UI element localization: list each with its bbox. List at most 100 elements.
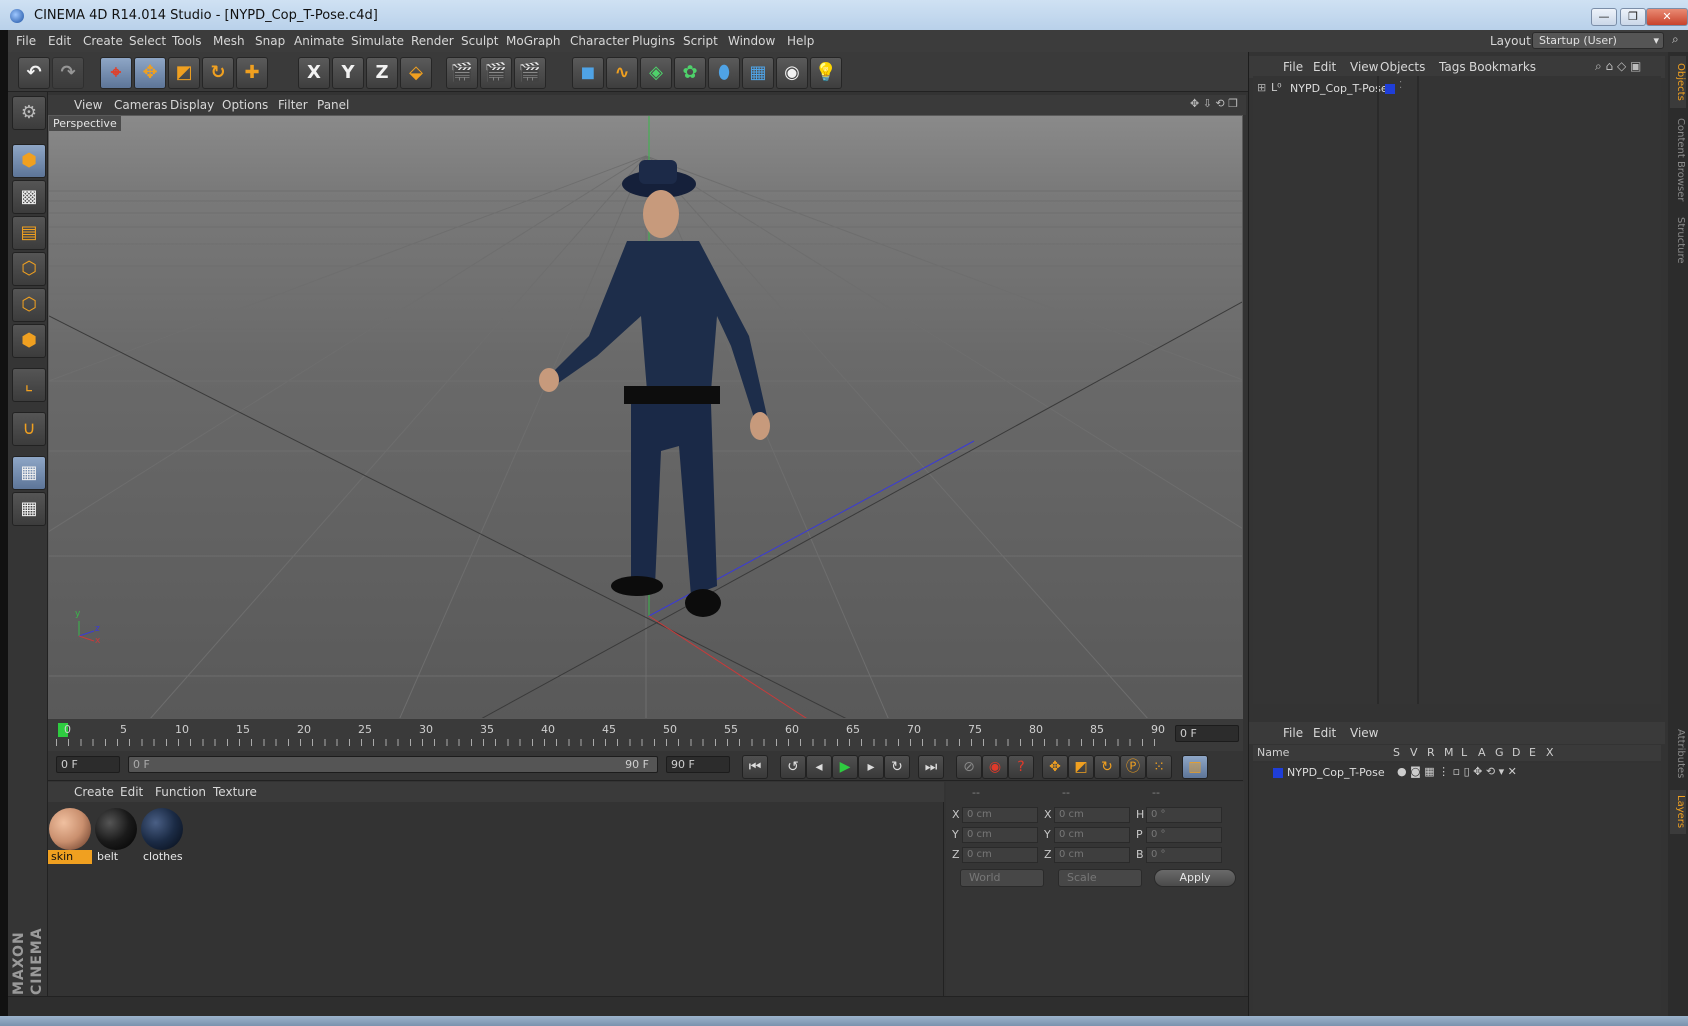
maximize-button[interactable]: ❐ bbox=[1620, 8, 1646, 26]
render-settings-icon[interactable]: 🎬 bbox=[514, 57, 546, 89]
menu-mesh[interactable]: Mesh bbox=[213, 34, 245, 48]
layer-name[interactable]: NYPD_Cop_T-Pose bbox=[1287, 766, 1385, 779]
menu-character[interactable]: Character bbox=[570, 34, 629, 48]
redo-icon[interactable]: ↷ bbox=[52, 57, 84, 89]
material-menu-function[interactable]: Function bbox=[155, 785, 206, 799]
locked-workplane-icon[interactable]: ▦ bbox=[12, 456, 46, 490]
objects-menu-bookmarks[interactable]: Bookmarks bbox=[1469, 60, 1536, 74]
rotation-h-field[interactable]: 0 ° bbox=[1146, 807, 1222, 823]
axis-x-lock-button[interactable]: X bbox=[298, 57, 330, 89]
minimize-button[interactable]: — bbox=[1591, 8, 1617, 26]
world-select[interactable]: World bbox=[960, 869, 1044, 887]
go-to-end-icon[interactable]: ⏭ bbox=[918, 755, 944, 779]
make-editable-icon[interactable]: ⚙ bbox=[12, 96, 46, 130]
rotate-tool-icon[interactable]: ↻ bbox=[202, 57, 234, 89]
move-tool-icon[interactable]: ✥ bbox=[134, 57, 166, 89]
texture-mode-icon[interactable]: ▩ bbox=[12, 180, 46, 214]
current-frame-field[interactable]: 0 F bbox=[1175, 725, 1239, 742]
undo-icon[interactable]: ↶ bbox=[18, 57, 50, 89]
rotation-p-field[interactable]: 0 ° bbox=[1146, 827, 1222, 843]
menu-mograph[interactable]: MoGraph bbox=[506, 34, 561, 48]
subdivision-surface-icon[interactable]: ◈ bbox=[640, 57, 672, 89]
layer-col-view[interactable]: V bbox=[1410, 746, 1418, 759]
deformer-icon[interactable]: ⬮ bbox=[708, 57, 740, 89]
search-icon[interactable]: ⌕ bbox=[1672, 32, 1679, 47]
menu-create[interactable]: Create bbox=[83, 34, 123, 48]
menu-simulate[interactable]: Simulate bbox=[351, 34, 404, 48]
camera-icon[interactable]: ◉ bbox=[776, 57, 808, 89]
layer-toggle-icons[interactable]: ● ◙ ▦ ⋮ ▫ ▯ ✥ ⟲ ▾ ✕ bbox=[1397, 765, 1517, 778]
layers-menu-file[interactable]: File bbox=[1283, 726, 1303, 740]
workplane-mode-icon[interactable]: ▤ bbox=[12, 216, 46, 250]
viewport-menu-filter[interactable]: Filter bbox=[278, 98, 308, 112]
layout-select[interactable]: Startup (User) ▾ bbox=[1532, 32, 1664, 49]
autokey-icon[interactable]: ◉ bbox=[982, 755, 1008, 779]
scale-select[interactable]: Scale bbox=[1058, 869, 1142, 887]
objects-toolbar-icons[interactable]: ⌕ ⌂ ◇ ▣ bbox=[1595, 59, 1641, 74]
objects-menu-edit[interactable]: Edit bbox=[1313, 60, 1336, 74]
material-menu-create[interactable]: Create bbox=[74, 785, 114, 799]
size-x-field[interactable]: 0 cm bbox=[1054, 807, 1130, 823]
layer-col-xref[interactable]: X bbox=[1546, 746, 1554, 759]
key-parameter-icon[interactable]: Ⓟ bbox=[1120, 755, 1146, 779]
menu-select[interactable]: Select bbox=[129, 34, 166, 48]
objects-menu-view[interactable]: View bbox=[1350, 60, 1378, 74]
tab-objects[interactable]: Objects bbox=[1670, 56, 1686, 108]
layer-col-locked[interactable]: L bbox=[1461, 746, 1467, 759]
object-name[interactable]: NYPD_Cop_T-Pose bbox=[1290, 82, 1388, 95]
snap-magnet-icon[interactable]: ∪ bbox=[12, 412, 46, 446]
viewport-navigation-icons[interactable]: ✥ ⇩ ⟲ ❐ bbox=[1190, 97, 1238, 110]
position-x-field[interactable]: 0 cm bbox=[962, 807, 1038, 823]
viewport-menu-options[interactable]: Options bbox=[222, 98, 268, 112]
spline-pen-icon[interactable]: ∿ bbox=[606, 57, 638, 89]
apply-button[interactable]: Apply bbox=[1154, 869, 1236, 887]
perspective-viewport[interactable]: y z x Perspective bbox=[48, 115, 1243, 719]
record-keys-icon[interactable]: ⊘ bbox=[956, 755, 982, 779]
light-icon[interactable]: 💡 bbox=[810, 57, 842, 89]
start-frame-field[interactable]: 0 F bbox=[56, 756, 120, 773]
object-row[interactable]: ⊞ L⁰ NYPD_Cop_T-Pose ⁚ bbox=[1257, 80, 1637, 98]
go-to-start-icon[interactable]: ⏮ bbox=[742, 755, 768, 779]
edges-mode-icon[interactable]: ⬡ bbox=[12, 288, 46, 322]
preview-range-slider[interactable]: 0 F 90 F bbox=[128, 756, 658, 773]
tab-content-browser[interactable]: Content Browser bbox=[1670, 112, 1686, 208]
menu-sculpt[interactable]: Sculpt bbox=[461, 34, 498, 48]
timeline-ruler[interactable]: 0 5 10 15 20 25 30 35 40 45 50 55 60 65 … bbox=[48, 719, 1243, 751]
material-clothes[interactable]: clothes bbox=[140, 808, 184, 866]
layer-col-deformers[interactable]: D bbox=[1512, 746, 1520, 759]
end-frame-field[interactable]: 90 F bbox=[666, 756, 730, 773]
key-rotation-icon[interactable]: ↻ bbox=[1094, 755, 1120, 779]
menu-edit[interactable]: Edit bbox=[48, 34, 71, 48]
material-menu-texture[interactable]: Texture bbox=[213, 785, 257, 799]
menu-help[interactable]: Help bbox=[787, 34, 814, 48]
expand-icon[interactable]: ⊞ bbox=[1257, 81, 1266, 94]
material-skin[interactable]: skin bbox=[48, 808, 92, 866]
rotation-b-field[interactable]: 0 ° bbox=[1146, 847, 1222, 863]
menu-file[interactable]: File bbox=[16, 34, 36, 48]
polygons-mode-icon[interactable]: ⬢ bbox=[12, 324, 46, 358]
cloner-icon[interactable]: ✿ bbox=[674, 57, 706, 89]
menu-plugins[interactable]: Plugins bbox=[632, 34, 675, 48]
planar-workplane-icon[interactable]: ▦ bbox=[12, 492, 46, 526]
position-z-field[interactable]: 0 cm bbox=[962, 847, 1038, 863]
key-scale-icon[interactable]: ◩ bbox=[1068, 755, 1094, 779]
tab-layers[interactable]: Layers bbox=[1670, 790, 1686, 834]
menu-snap[interactable]: Snap bbox=[255, 34, 285, 48]
size-z-field[interactable]: 0 cm bbox=[1054, 847, 1130, 863]
menu-tools[interactable]: Tools bbox=[172, 34, 202, 48]
position-y-field[interactable]: 0 cm bbox=[962, 827, 1038, 843]
object-tree[interactable]: ⊞ L⁰ NYPD_Cop_T-Pose ⁚ bbox=[1253, 76, 1661, 704]
size-y-field[interactable]: 0 cm bbox=[1054, 827, 1130, 843]
layers-menu-edit[interactable]: Edit bbox=[1313, 726, 1336, 740]
layer-col-generators[interactable]: G bbox=[1495, 746, 1504, 759]
menu-animate[interactable]: Animate bbox=[294, 34, 344, 48]
model-mode-icon[interactable]: ⬢ bbox=[12, 144, 46, 178]
menu-window[interactable]: Window bbox=[728, 34, 775, 48]
layer-col-expressions[interactable]: E bbox=[1529, 746, 1536, 759]
axis-mode-icon[interactable]: ⌞ bbox=[12, 368, 46, 402]
timeline-window-icon[interactable]: ▥ bbox=[1182, 755, 1208, 779]
previous-frame-icon[interactable]: ◂ bbox=[806, 755, 832, 779]
tab-attributes[interactable]: Attributes bbox=[1670, 724, 1686, 784]
key-position-icon[interactable]: ✥ bbox=[1042, 755, 1068, 779]
axis-z-lock-button[interactable]: Z bbox=[366, 57, 398, 89]
